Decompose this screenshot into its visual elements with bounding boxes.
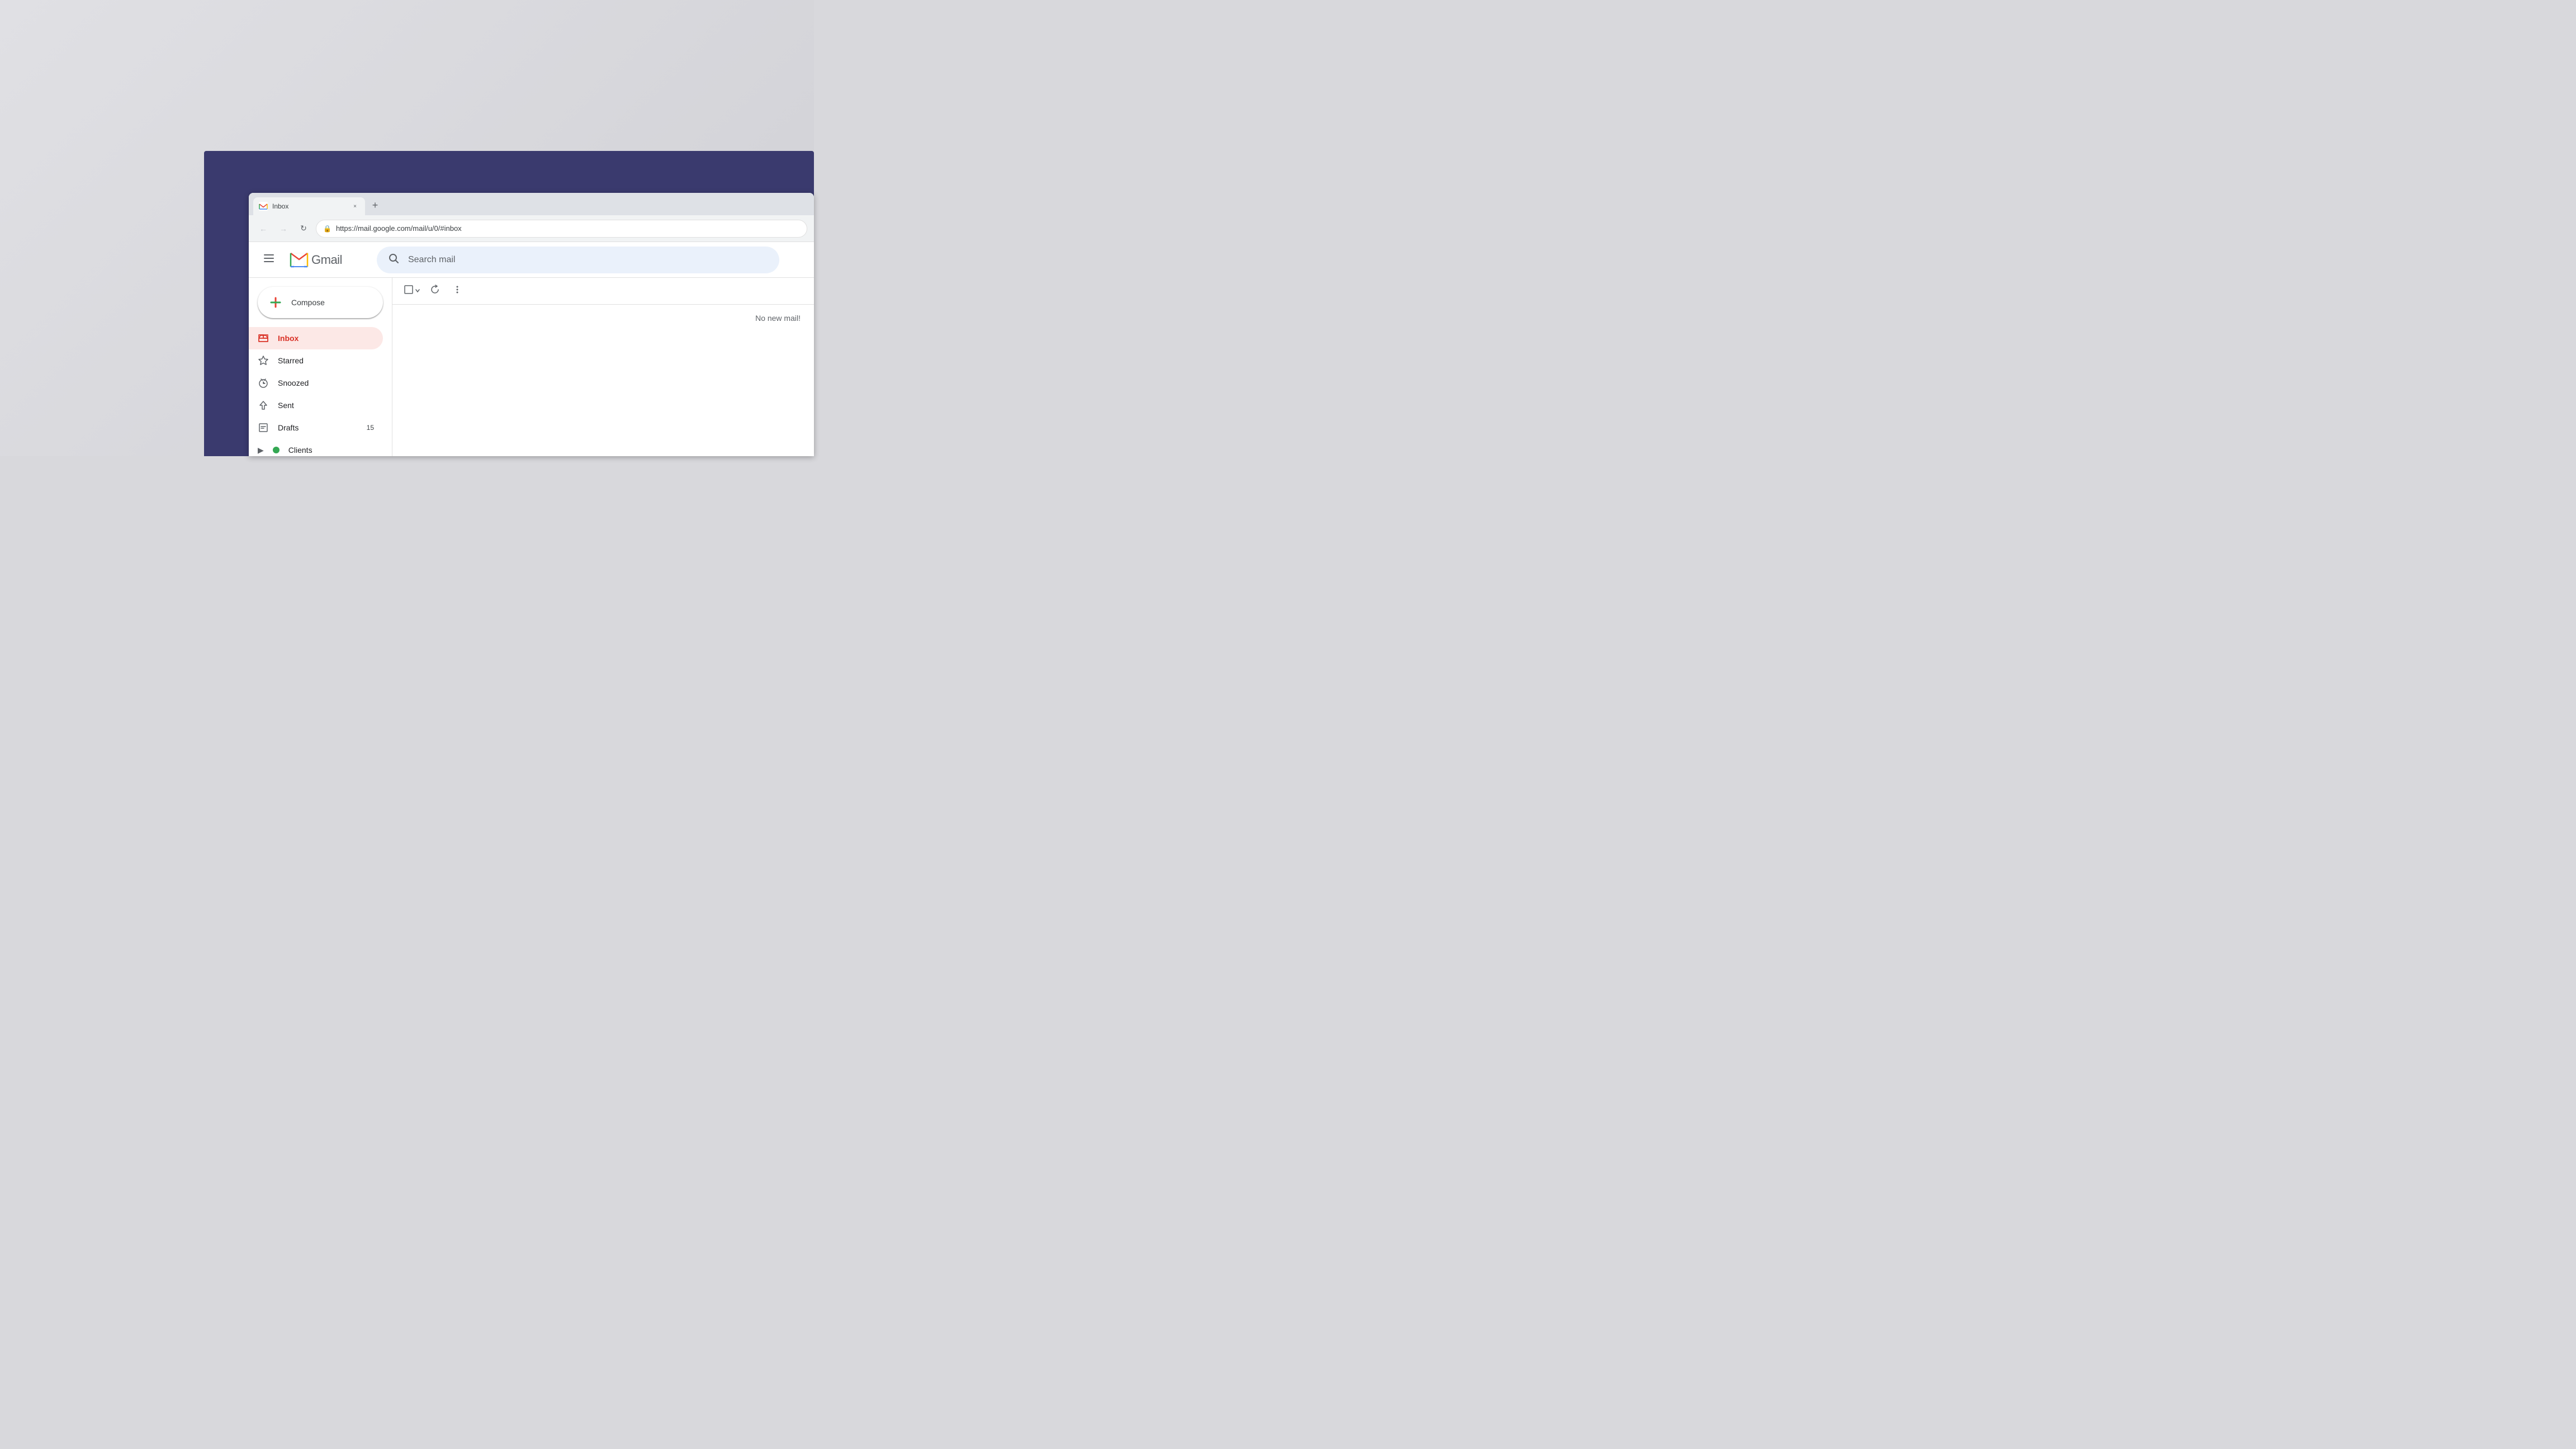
more-options-icon [452,285,462,297]
starred-icon [258,355,269,366]
sidebar-item-sent[interactable]: Sent [249,394,383,416]
sent-label: Sent [278,401,374,410]
select-all-button[interactable] [401,281,423,301]
clients-label: Clients [288,446,374,454]
lock-icon: 🔒 [323,225,332,233]
back-button[interactable]: ← [255,221,271,236]
search-icon [388,253,399,267]
refresh-button-main[interactable] [425,281,445,301]
browser-tab-bar: Inbox × + [249,193,814,215]
sidebar-item-snoozed[interactable]: Snoozed [249,372,383,394]
forward-icon: → [280,224,287,233]
drafts-label: Drafts [278,423,358,432]
refresh-icon-main [430,285,440,297]
gmail-app: Gmail Search mail [249,242,814,456]
select-chevron-icon [415,286,420,296]
browser-tab-inbox[interactable]: Inbox × [253,197,365,215]
inbox-label: Inbox [278,334,374,343]
sidebar-item-clients[interactable]: ▶ Clients [249,439,383,456]
inbox-empty-state: No new mail! [392,305,814,456]
tab-favicon [259,202,268,211]
gmail-search-bar[interactable]: Search mail [377,247,779,273]
no-mail-text: No new mail! [755,314,801,323]
drafts-icon [258,422,269,433]
sidebar-item-inbox[interactable]: Inbox [249,327,383,349]
refresh-icon: ↻ [300,224,307,233]
tab-title: Inbox [272,202,346,210]
gmail-m-logo [289,250,309,270]
menu-button[interactable] [258,249,280,271]
clients-expand-arrow: ▶ [258,446,264,455]
starred-label: Starred [278,356,374,365]
compose-button[interactable]: Compose [258,287,383,318]
gmail-brand-text: Gmail [311,253,342,267]
sidebar-item-drafts[interactable]: Drafts 15 [249,416,383,439]
address-bar[interactable]: 🔒 https://mail.google.com/mail/u/0/#inbo… [316,220,807,238]
checkbox-icon [404,285,414,297]
refresh-button[interactable]: ↻ [296,221,311,236]
gmail-header: Gmail Search mail [249,242,814,278]
main-toolbar [392,278,814,305]
snoozed-label: Snoozed [278,378,374,387]
url-text: https://mail.google.com/mail/u/0/#inbox [336,224,462,233]
gmail-sidebar: Compose Inbox [249,278,392,456]
gmail-main-content: No new mail! [392,278,814,456]
gmail-layout: Compose Inbox [249,278,814,456]
inbox-icon [258,333,269,344]
hamburger-icon [264,253,274,266]
forward-button[interactable]: → [276,221,291,236]
back-icon: ← [259,224,267,233]
search-placeholder-text: Search mail [408,255,768,265]
browser-toolbar: ← → ↻ 🔒 https://mail.google.com/mail/u/0… [249,215,814,242]
sidebar-item-starred[interactable]: Starred [249,349,383,372]
compose-label: Compose [291,298,325,307]
clients-folder-icon [273,447,280,453]
tab-close-button[interactable]: × [351,202,359,211]
new-tab-button[interactable]: + [367,197,383,213]
sent-icon [258,400,269,411]
browser-window: Inbox × + ← → ↻ 🔒 https://mail.google.co… [249,193,814,456]
compose-plus-icon [267,293,285,311]
drafts-badge: 15 [367,424,374,432]
more-options-button[interactable] [447,281,467,301]
gmail-logo: Gmail [289,250,342,270]
snoozed-icon [258,377,269,389]
